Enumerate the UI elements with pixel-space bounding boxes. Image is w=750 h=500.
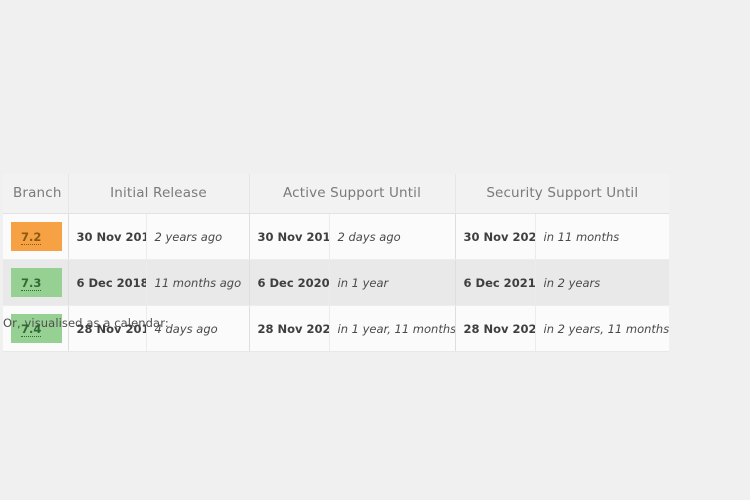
security-support-date: 30 Nov 2020 (454, 213, 536, 260)
active-support-relative: 2 days ago (328, 213, 456, 260)
column-header-security-support-until: Security Support Until (454, 174, 670, 214)
calendar-intro-note: Or, visualised as a calendar: (3, 316, 169, 330)
initial-release-relative: 11 months ago (145, 259, 249, 306)
active-support-date: 30 Nov 2019 (248, 213, 329, 260)
table-row: 7.2 30 Nov 2017 2 years ago 30 Nov 2019 … (3, 213, 670, 260)
table-row: 7.3 6 Dec 2018 11 months ago 6 Dec 2020 … (3, 259, 670, 306)
branch-status-fill: 7.3 (11, 268, 62, 297)
branch-link[interactable]: 7.2 (21, 230, 42, 245)
page-root: Branch Initial Release Active Support Un… (0, 0, 750, 500)
column-header-active-support-until: Active Support Until (248, 174, 456, 214)
branch-cell: 7.3 (3, 259, 68, 306)
table-header: Branch Initial Release Active Support Un… (3, 174, 670, 214)
active-support-relative: in 1 year, 11 months (328, 305, 456, 352)
security-support-date: 28 Nov 2022 (454, 305, 536, 352)
branch-cell: 7.2 (3, 213, 68, 260)
security-support-relative: in 2 years, 11 months (534, 305, 670, 352)
security-support-relative: in 2 years (534, 259, 670, 306)
initial-release-date: 30 Nov 2017 (67, 213, 146, 260)
active-support-date: 6 Dec 2020 (248, 259, 329, 306)
active-support-relative: in 1 year (328, 259, 456, 306)
security-support-date: 6 Dec 2021 (454, 259, 536, 306)
branch-status-fill: 7.2 (11, 222, 62, 251)
security-support-relative: in 11 months (534, 213, 670, 260)
column-header-initial-release: Initial Release (68, 174, 249, 214)
active-support-date: 28 Nov 2021 (248, 305, 329, 352)
table-header-row: Branch Initial Release Active Support Un… (3, 174, 670, 214)
table-body: 7.2 30 Nov 2017 2 years ago 30 Nov 2019 … (3, 213, 670, 352)
column-header-branch: Branch (3, 174, 69, 214)
branch-link[interactable]: 7.3 (21, 276, 42, 291)
initial-release-date: 6 Dec 2018 (67, 259, 146, 306)
initial-release-relative: 2 years ago (145, 213, 249, 260)
